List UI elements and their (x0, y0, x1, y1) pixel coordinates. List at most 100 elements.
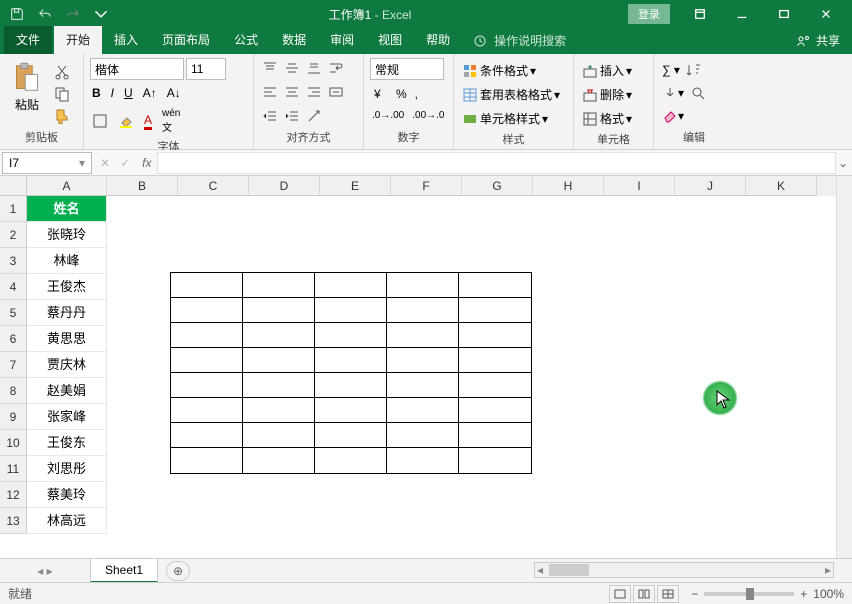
col-header-J[interactable]: J (675, 176, 746, 196)
cell-A8[interactable]: 赵美娟 (27, 378, 107, 404)
tab-insert[interactable]: 插入 (102, 26, 150, 54)
tab-view[interactable]: 视图 (366, 26, 414, 54)
maximize-button[interactable] (764, 2, 804, 26)
col-header-I[interactable]: I (604, 176, 675, 196)
col-header-F[interactable]: F (391, 176, 462, 196)
minimize-button[interactable] (722, 2, 762, 26)
col-header-C[interactable]: C (178, 176, 249, 196)
delete-cells-button[interactable]: 删除 ▾ (580, 84, 634, 105)
font-color-button[interactable]: A (142, 111, 154, 132)
cancel-formula-icon[interactable]: ✕ (100, 156, 110, 170)
find-button[interactable] (688, 83, 708, 103)
cell-A2[interactable]: 张晓玲 (27, 222, 107, 248)
row-header-8[interactable]: 8 (0, 378, 27, 404)
decrease-decimal-button[interactable]: .00→.0 (410, 108, 446, 123)
align-center-button[interactable] (282, 82, 302, 102)
col-header-K[interactable]: K (746, 176, 817, 196)
underline-button[interactable]: U (122, 84, 135, 102)
comma-button[interactable]: , (413, 85, 420, 103)
select-all-corner[interactable] (0, 176, 27, 196)
vertical-scrollbar[interactable] (836, 176, 852, 558)
zoom-control[interactable]: − + 100% (691, 587, 844, 601)
share-button[interactable]: 共享 (784, 27, 852, 54)
spreadsheet-grid[interactable]: ABCDEFGHIJK 12345678910111213 姓名张晓玲林峰王俊杰… (0, 176, 836, 558)
qat-customize[interactable] (90, 3, 112, 25)
align-bottom-button[interactable] (304, 58, 324, 78)
currency-button[interactable]: ¥ (370, 84, 390, 104)
col-header-B[interactable]: B (107, 176, 178, 196)
sort-filter-button[interactable] (684, 60, 704, 80)
save-button[interactable] (6, 3, 28, 25)
increase-decimal-button[interactable]: .0→.00 (370, 108, 406, 123)
number-format-select[interactable]: 常规 (370, 58, 444, 80)
cell-A12[interactable]: 蔡美玲 (27, 482, 107, 508)
cell-A3[interactable]: 林峰 (27, 248, 107, 274)
row-header-2[interactable]: 2 (0, 222, 27, 248)
paste-button[interactable]: 粘贴 (6, 58, 48, 117)
ribbon-options-button[interactable] (680, 2, 720, 26)
format-painter-button[interactable] (52, 106, 72, 126)
tab-home[interactable]: 开始 (54, 26, 102, 54)
increase-font-button[interactable]: A↑ (141, 84, 159, 102)
login-button[interactable]: 登录 (628, 4, 670, 24)
tab-formulas[interactable]: 公式 (222, 26, 270, 54)
col-header-D[interactable]: D (249, 176, 320, 196)
tab-review[interactable]: 审阅 (318, 26, 366, 54)
border-button[interactable] (90, 111, 110, 131)
cell-A10[interactable]: 王俊东 (27, 430, 107, 456)
cell-A9[interactable]: 张家峰 (27, 404, 107, 430)
col-header-E[interactable]: E (320, 176, 391, 196)
increase-indent-button[interactable] (282, 106, 302, 126)
wrap-text-button[interactable] (326, 58, 346, 78)
italic-button[interactable]: I (109, 84, 116, 102)
autosum-button[interactable]: ∑ ▾ (660, 61, 682, 79)
bold-button[interactable]: B (90, 84, 103, 102)
zoom-in-button[interactable]: + (800, 587, 807, 601)
decrease-indent-button[interactable] (260, 106, 280, 126)
cell-A5[interactable]: 蔡丹丹 (27, 300, 107, 326)
row-header-5[interactable]: 5 (0, 300, 27, 326)
fill-color-button[interactable] (116, 111, 136, 131)
tab-layout[interactable]: 页面布局 (150, 26, 222, 54)
tab-nav[interactable]: ◂ ▸ (0, 564, 90, 578)
format-cells-button[interactable]: 格式 ▾ (580, 108, 634, 129)
row-header-13[interactable]: 13 (0, 508, 27, 534)
align-middle-button[interactable] (282, 58, 302, 78)
merge-button[interactable] (326, 82, 346, 102)
cell-A4[interactable]: 王俊杰 (27, 274, 107, 300)
row-header-10[interactable]: 10 (0, 430, 27, 456)
fx-icon[interactable]: fx (136, 156, 157, 170)
tell-me[interactable]: 操作说明搜索 (462, 27, 576, 54)
cell-styles-button[interactable]: 单元格样式 ▾ (460, 108, 550, 129)
row-headers[interactable]: 12345678910111213 (0, 196, 27, 534)
row-header-3[interactable]: 3 (0, 248, 27, 274)
cell-A7[interactable]: 贾庆林 (27, 352, 107, 378)
font-name-select[interactable]: 楷体 (90, 58, 184, 80)
cell-A1[interactable]: 姓名 (27, 196, 107, 222)
new-sheet-button[interactable]: ⊕ (166, 561, 190, 581)
horizontal-scrollbar[interactable]: ◂ ▸ (534, 562, 834, 578)
expand-formula-bar-icon[interactable]: ⌄ (838, 156, 848, 170)
tab-file[interactable]: 文件 (4, 26, 52, 54)
zoom-level[interactable]: 100% (813, 587, 844, 601)
formula-bar[interactable] (157, 152, 836, 174)
cell-A6[interactable]: 黄思思 (27, 326, 107, 352)
row-header-1[interactable]: 1 (0, 196, 27, 222)
zoom-slider[interactable] (704, 592, 794, 596)
page-break-view-button[interactable] (657, 585, 679, 603)
format-as-table-button[interactable]: 套用表格格式 ▾ (460, 84, 562, 105)
row-header-7[interactable]: 7 (0, 352, 27, 378)
col-header-H[interactable]: H (533, 176, 604, 196)
close-button[interactable] (806, 2, 846, 26)
row-header-9[interactable]: 9 (0, 404, 27, 430)
percent-button[interactable]: % (394, 85, 409, 103)
clear-button[interactable]: ▾ (660, 106, 686, 126)
copy-button[interactable] (52, 84, 72, 104)
cell-A13[interactable]: 林高远 (27, 508, 107, 534)
sheet-tab-1[interactable]: Sheet1 (90, 558, 158, 583)
orientation-button[interactable] (304, 106, 324, 126)
tab-data[interactable]: 数据 (270, 26, 318, 54)
name-box[interactable]: I7▾ (2, 152, 92, 174)
decrease-font-button[interactable]: A↓ (165, 84, 183, 102)
enter-formula-icon[interactable]: ✓ (120, 156, 130, 170)
